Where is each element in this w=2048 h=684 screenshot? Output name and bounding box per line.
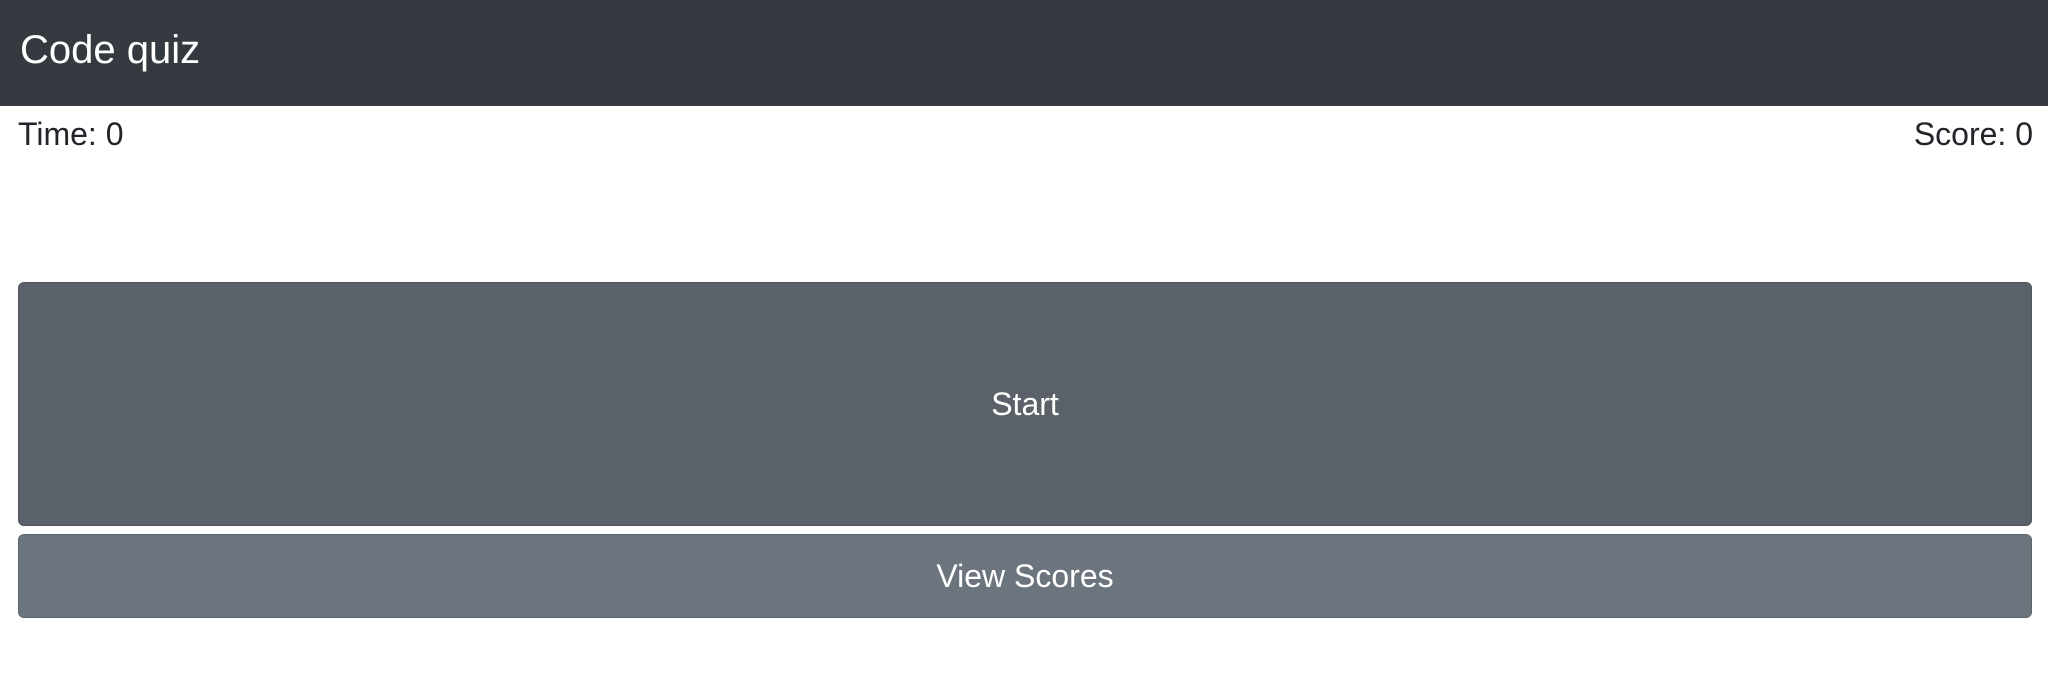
start-button-label: Start [991, 385, 1059, 422]
view-scores-button-label: View Scores [936, 557, 1114, 594]
navbar: Code quiz [0, 0, 2048, 106]
view-scores-button[interactable]: View Scores [18, 534, 2032, 618]
stats-row: Time: 0 Score: 0 [0, 106, 2048, 156]
score-display: Score: 0 [1913, 116, 2033, 152]
start-button[interactable]: Start [18, 282, 2032, 526]
app-title: Code quiz [20, 28, 201, 72]
time-display: Time: 0 [18, 116, 124, 152]
